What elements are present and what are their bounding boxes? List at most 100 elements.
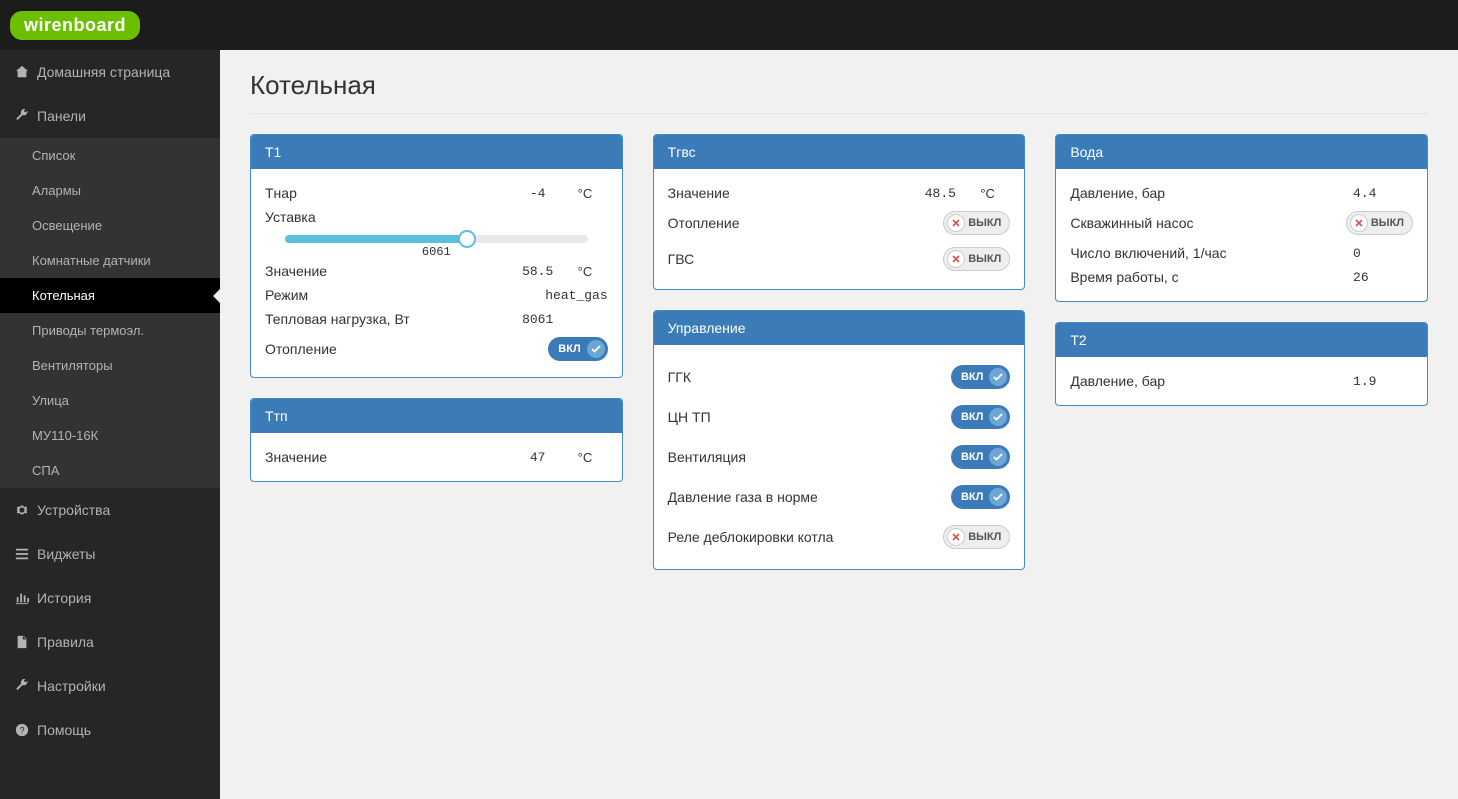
nav-home[interactable]: Домашняя страница (0, 50, 220, 94)
control-toggle[interactable]: ВКЛ (951, 485, 1010, 509)
control-row-label: ЦН ТП (668, 409, 951, 425)
t1-tnar-label: Тнар (265, 185, 498, 201)
sidebar-item[interactable]: Котельная (0, 278, 220, 313)
control-row-label: Реле деблокировки котла (668, 529, 944, 545)
list-icon (15, 547, 29, 561)
panel-ttp-title: Tтп (251, 399, 622, 433)
wrench-icon (15, 109, 29, 123)
toggle-label: ВЫКЛ (968, 531, 1001, 543)
panel-ttp: Tтп Значение 47 °C (250, 398, 623, 482)
tgvs-gvs-label: ГВС (668, 251, 944, 267)
sidebar-item[interactable]: Список (0, 138, 220, 173)
nav-devices[interactable]: Устройства (0, 488, 220, 532)
tgvs-gvs-toggle[interactable]: ВЫКЛ (943, 247, 1010, 271)
divider (250, 113, 1428, 114)
control-row: ЦН ТПВКЛ (668, 397, 1011, 437)
sidebar-item[interactable]: Алармы (0, 173, 220, 208)
gears-icon (15, 503, 29, 517)
sidebar: Домашняя страница Панели СписокАлармыОсв… (0, 50, 220, 799)
water-pump-toggle[interactable]: ВЫКЛ (1346, 211, 1413, 235)
nav-rules[interactable]: Правила (0, 620, 220, 664)
t1-setpoint-slider[interactable] (285, 235, 588, 243)
t1-heating-toggle[interactable]: ВКЛ (548, 337, 607, 361)
sidebar-item[interactable]: Приводы термоэл. (0, 313, 220, 348)
sidebar-item[interactable]: Освещение (0, 208, 220, 243)
water-oncount-label: Число включений, 1/час (1070, 245, 1353, 261)
t1-slider-value: 6061 (265, 245, 608, 259)
main-content: Котельная T1 Тнар -4 °C Уставка (220, 50, 1458, 799)
file-icon (15, 635, 29, 649)
panel-control: Управление ГГКВКЛЦН ТПВКЛВентиляцияВКЛДа… (653, 310, 1026, 570)
brand-logo[interactable]: wirenboard (10, 11, 140, 40)
control-toggle[interactable]: ВЫКЛ (943, 525, 1010, 549)
ttp-value-label: Значение (265, 449, 498, 465)
home-icon (15, 65, 29, 79)
t1-setpoint-label: Уставка (265, 209, 498, 225)
control-row: Вентиляция ВКЛ (668, 437, 1011, 477)
t1-value-value: 58.5 (498, 264, 578, 279)
control-row: ГГКВКЛ (668, 357, 1011, 397)
panel-t2: T2 Давление, бар 1.9 (1055, 322, 1428, 406)
sidebar-item[interactable]: СПА (0, 453, 220, 488)
control-toggle[interactable]: ВКЛ (951, 445, 1010, 469)
water-runtime-label: Время работы, с (1070, 269, 1353, 285)
x-icon (1350, 214, 1368, 232)
question-icon: ? (15, 723, 29, 737)
control-row-label: Вентиляция (668, 449, 951, 465)
water-pump-label: Скважинный насос (1070, 215, 1346, 231)
nav-settings[interactable]: Настройки (0, 664, 220, 708)
tgvs-value-label: Значение (668, 185, 901, 201)
check-icon (587, 340, 605, 358)
check-icon (989, 488, 1007, 506)
nav-home-label: Домашняя страница (37, 64, 170, 80)
slider-thumb[interactable] (458, 230, 476, 248)
panel-t1: T1 Тнар -4 °C Уставка (250, 134, 623, 378)
ttp-value-unit: °C (578, 450, 608, 465)
toggle-label: ВЫКЛ (968, 217, 1001, 229)
nav-history[interactable]: История (0, 576, 220, 620)
nav-dashboards[interactable]: Панели (0, 94, 220, 138)
control-toggle[interactable]: ВКЛ (951, 405, 1010, 429)
tgvs-heating-label: Отопление (668, 215, 944, 231)
sidebar-item[interactable]: МУ110-16К (0, 418, 220, 453)
dashboards-submenu: СписокАлармыОсвещениеКомнатные датчикиКо… (0, 138, 220, 488)
nav-widgets[interactable]: Виджеты (0, 532, 220, 576)
sidebar-item[interactable]: Вентиляторы (0, 348, 220, 383)
nav-rules-label: Правила (37, 634, 94, 650)
t1-heating-label: Отопление (265, 341, 548, 357)
t2-pressure-value: 1.9 (1353, 374, 1413, 389)
water-pressure-label: Давление, бар (1070, 185, 1353, 201)
chart-icon (15, 591, 29, 605)
panel-t1-title: T1 (251, 135, 622, 169)
nav-widgets-label: Виджеты (37, 546, 96, 562)
t1-tnar-value: -4 (498, 186, 578, 201)
control-row-label: Давление газа в норме (668, 489, 951, 505)
t1-heatload-label: Тепловая нагрузка, Вт (265, 311, 498, 327)
water-oncount-value: 0 (1353, 246, 1413, 261)
x-icon (947, 214, 965, 232)
check-icon (989, 408, 1007, 426)
t1-mode-value: heat_gas (498, 288, 608, 303)
t1-mode-label: Режим (265, 287, 498, 303)
panel-tgvs: Tгвс Значение 48.5 °C Отопление ВЫКЛ ГВС (653, 134, 1026, 290)
check-icon (989, 448, 1007, 466)
toggle-label: ВКЛ (961, 491, 983, 503)
nav-help-label: Помощь (37, 722, 91, 738)
tgvs-value-value: 48.5 (900, 186, 980, 201)
x-icon (947, 250, 965, 268)
topbar: wirenboard (0, 0, 1458, 50)
control-toggle[interactable]: ВКЛ (951, 365, 1010, 389)
water-pressure-value: 4.4 (1353, 186, 1413, 201)
panel-water: Вода Давление, бар 4.4 Скважинный насос … (1055, 134, 1428, 302)
panel-t2-title: T2 (1056, 323, 1427, 357)
t1-value-label: Значение (265, 263, 498, 279)
sidebar-item[interactable]: Улица (0, 383, 220, 418)
water-runtime-value: 26 (1353, 270, 1413, 285)
nav-help[interactable]: ? Помощь (0, 708, 220, 752)
toggle-label: ВКЛ (961, 451, 983, 463)
svg-text:?: ? (20, 726, 25, 736)
nav-history-label: История (37, 590, 91, 606)
toggle-label: ВЫКЛ (968, 253, 1001, 265)
tgvs-heating-toggle[interactable]: ВЫКЛ (943, 211, 1010, 235)
sidebar-item[interactable]: Комнатные датчики (0, 243, 220, 278)
